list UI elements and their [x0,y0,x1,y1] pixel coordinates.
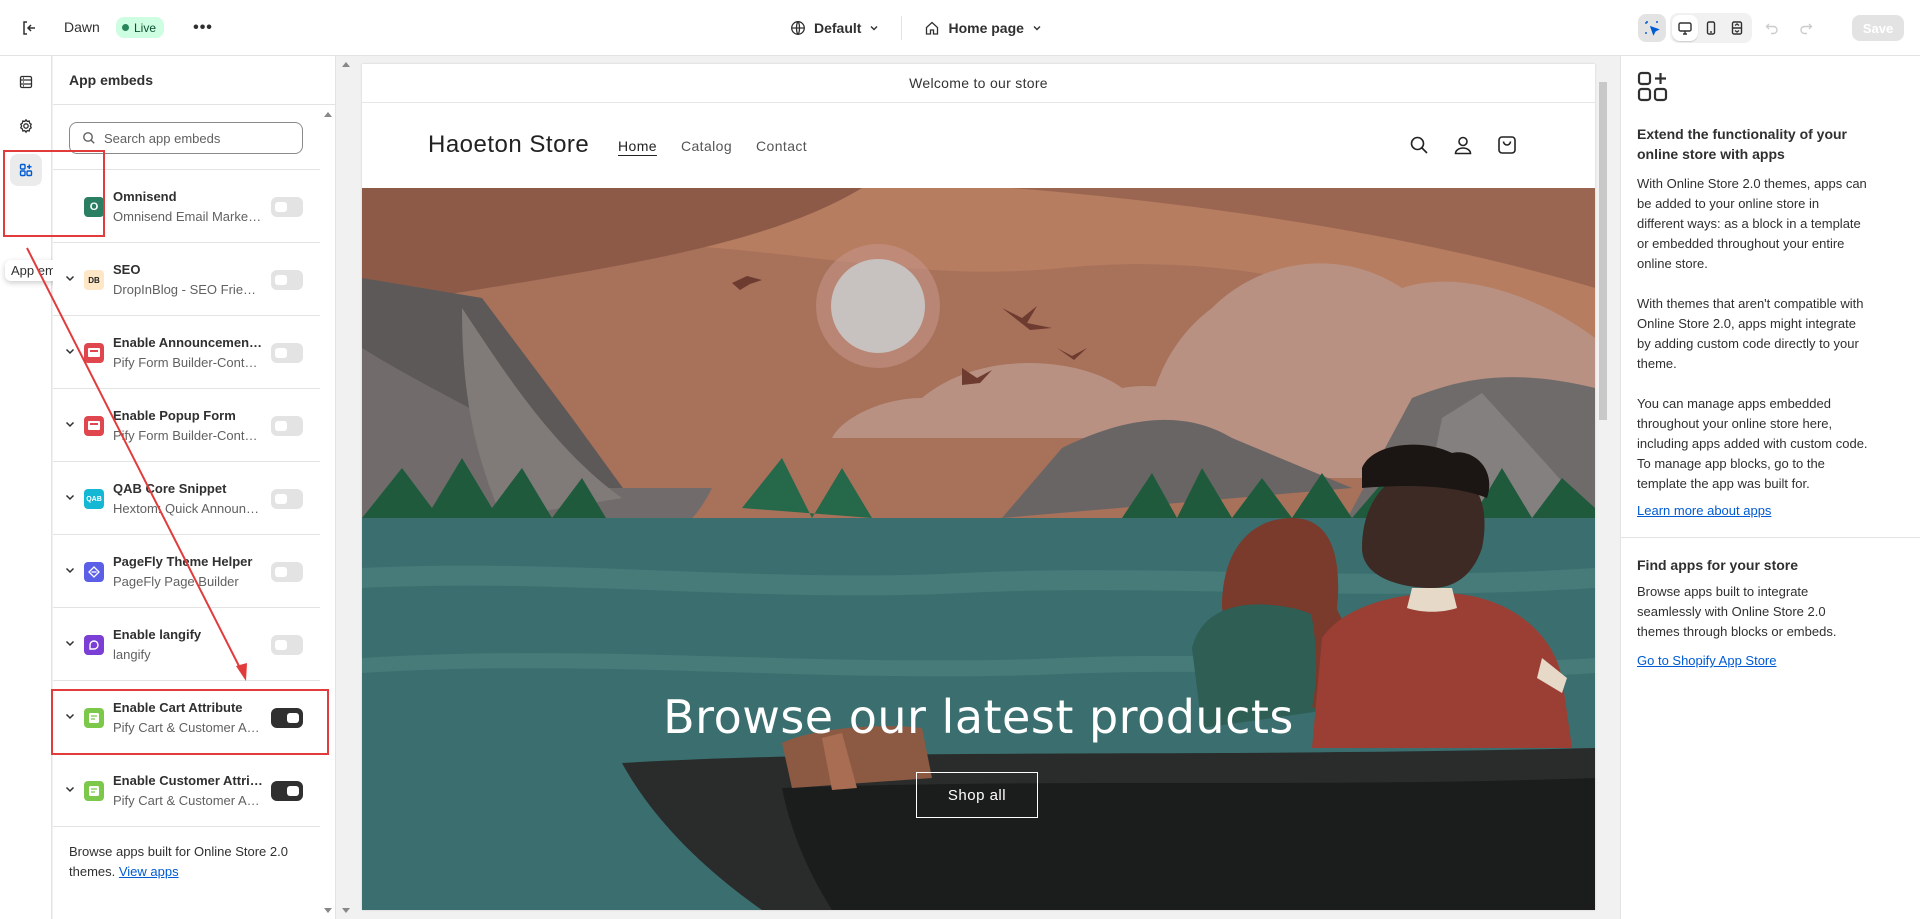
annotation-arrow [26,247,247,681]
